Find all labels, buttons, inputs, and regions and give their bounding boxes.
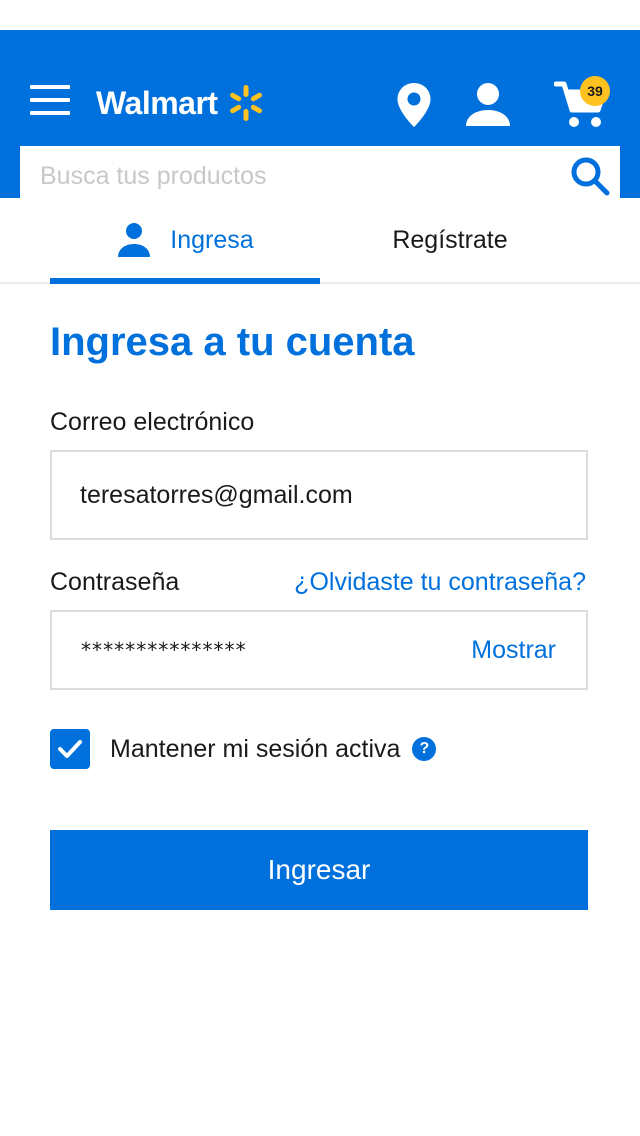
email-field-container <box>50 450 588 540</box>
logo-text: Walmart <box>96 84 218 121</box>
submit-button[interactable]: Ingresar <box>50 830 588 910</box>
page-title: Ingresa a tu cuenta <box>50 320 415 364</box>
spark-icon <box>229 85 262 121</box>
user-icon <box>118 223 151 257</box>
menu-icon[interactable] <box>30 85 70 117</box>
app-header: Walmart 39 <box>0 30 640 206</box>
checkmark-icon <box>58 740 82 758</box>
status-bar <box>0 0 640 30</box>
password-field[interactable] <box>52 612 472 688</box>
tab-login-label: Ingresa <box>170 225 254 254</box>
search-input[interactable] <box>20 146 560 206</box>
tab-register[interactable]: Regístrate <box>320 198 580 282</box>
email-field[interactable] <box>52 452 586 538</box>
help-icon[interactable]: ? <box>412 737 437 761</box>
user-icon[interactable] <box>464 82 512 128</box>
remember-me-row: Mantener mi sesión activa ? <box>50 728 437 770</box>
location-pin-icon[interactable] <box>396 82 432 128</box>
password-label: Contraseña <box>50 568 180 596</box>
search-bar <box>20 146 620 206</box>
search-icon[interactable] <box>560 146 620 206</box>
show-password-button[interactable]: Mostrar <box>471 636 556 665</box>
forgot-password-link[interactable]: ¿Olvidaste tu contraseña? <box>294 568 586 597</box>
remember-me-label: Mantener mi sesión activa <box>110 734 401 763</box>
email-label: Correo electrónico <box>50 408 255 436</box>
cart-count-badge: 39 <box>580 76 610 106</box>
walmart-logo[interactable]: Walmart <box>96 80 266 126</box>
password-field-container: Mostrar <box>50 610 588 690</box>
auth-tabs: Ingresa Regístrate <box>0 198 640 284</box>
remember-me-checkbox[interactable] <box>50 729 90 769</box>
tab-login[interactable]: Ingresa <box>50 198 320 284</box>
tab-register-label: Regístrate <box>392 225 508 254</box>
